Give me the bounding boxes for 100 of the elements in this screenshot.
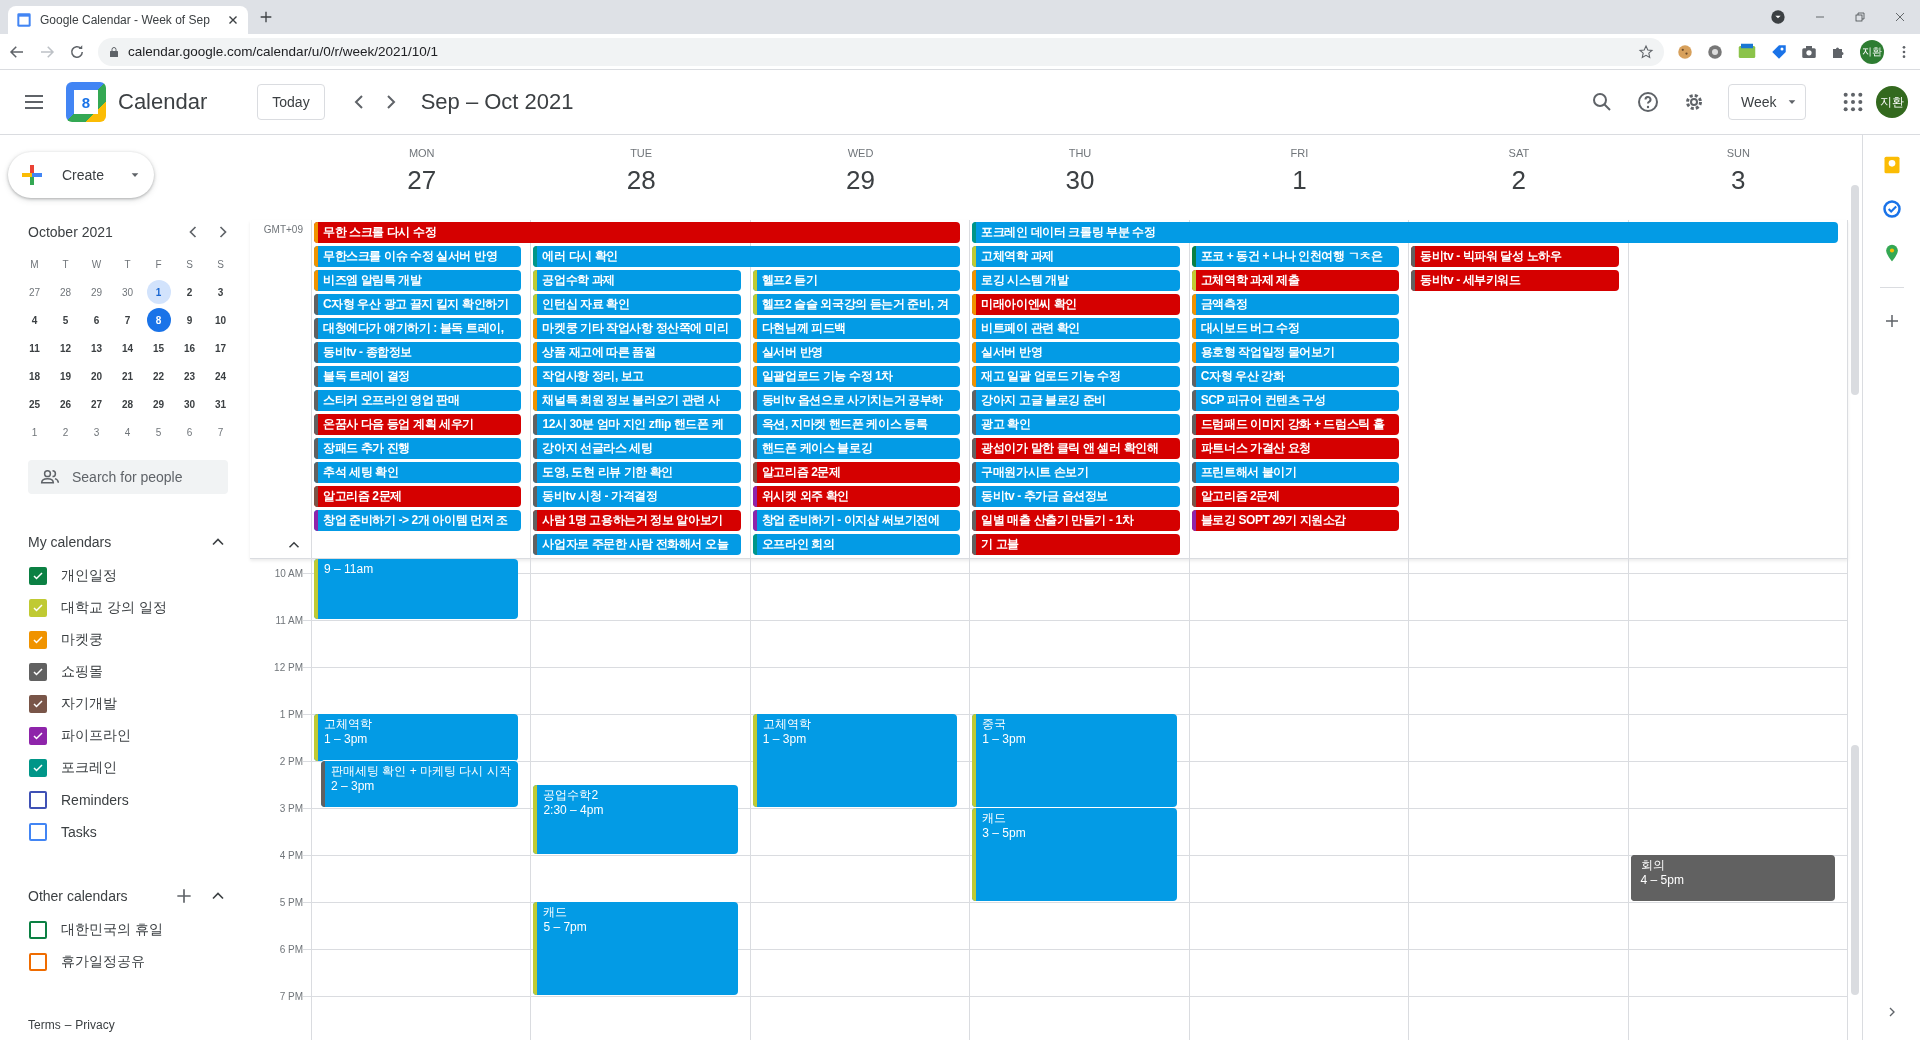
all-day-event[interactable]: 핸드폰 케이스 블로깅 xyxy=(752,438,961,459)
calendar-day[interactable]: 28 xyxy=(53,280,78,304)
all-day-event[interactable]: 미래아이엔씨 확인 xyxy=(972,294,1180,315)
calendar-checkbox[interactable] xyxy=(29,791,47,809)
calendar-day[interactable]: 22 xyxy=(146,364,171,388)
calendar-event[interactable]: 고체역학 1 – 3pm xyxy=(752,714,958,807)
calendar-day[interactable]: 5 xyxy=(146,420,171,444)
profile-avatar[interactable]: 지환 xyxy=(1860,39,1884,64)
calendar-day[interactable]: 5 xyxy=(53,308,78,332)
all-day-event[interactable]: 고체역학 과제 xyxy=(972,246,1180,267)
all-day-event[interactable]: 대시보드 버그 수정 xyxy=(1191,318,1400,339)
all-day-event[interactable]: 용호형 작업일정 물어보기 xyxy=(1191,342,1400,363)
calendar-day[interactable]: 12 xyxy=(53,336,78,360)
calendar-day[interactable]: 24 xyxy=(208,364,233,388)
calendar-day[interactable]: 31 xyxy=(208,392,233,416)
calendar-day[interactable]: 7 xyxy=(208,420,233,444)
calendar-day[interactable]: 6 xyxy=(177,420,202,444)
address-bar[interactable]: calendar.google.com/calendar/u/0/r/week/2021/10/1 xyxy=(98,37,1664,66)
all-day-event[interactable]: 동비tv - 추가금 옵션정보 xyxy=(972,486,1180,507)
all-day-event[interactable]: 파트너스 가결산 요청 xyxy=(1191,438,1400,459)
star-icon[interactable] xyxy=(1638,43,1654,60)
all-day-event[interactable]: 드럼패드 이미지 강화 + 드럼스틱 홀 xyxy=(1191,414,1400,435)
all-day-event[interactable]: 무한 스크롤 다시 수정 xyxy=(314,222,961,243)
calendar-event[interactable]: 고체역학 1 – 3pm xyxy=(314,714,519,761)
calendar-day[interactable]: 15 xyxy=(146,336,171,360)
all-day-event[interactable]: 추석 세팅 확인 xyxy=(314,462,522,483)
all-day-event[interactable]: 장패드 추가 진행 xyxy=(314,438,522,459)
day-number[interactable]: 1 xyxy=(1292,165,1307,196)
tasks-icon[interactable] xyxy=(1881,199,1902,219)
calendar-day[interactable]: 27 xyxy=(22,280,47,304)
calendar-day[interactable]: 28 xyxy=(115,392,140,416)
all-day-event[interactable]: 무한스크롤 이슈 수정 실서버 반영 xyxy=(314,246,522,267)
calendar-day[interactable]: 21 xyxy=(115,364,140,388)
calendar-checkbox[interactable] xyxy=(29,823,47,841)
calendar-day[interactable]: 7 xyxy=(115,308,140,332)
day-number[interactable]: 3 xyxy=(1731,165,1746,196)
all-day-event[interactable]: 대청에다가 얘기하기 : 불독 트레이, xyxy=(314,318,522,339)
all-day-event[interactable]: 작업사항 정리, 보고 xyxy=(533,366,741,387)
all-day-event[interactable]: 위시켓 외주 확인 xyxy=(752,486,961,507)
today-button[interactable]: Today xyxy=(257,84,325,120)
all-day-event[interactable]: 상품 재고에 따른 품절 xyxy=(533,342,741,363)
all-day-event[interactable]: 12시 30분 엄마 지인 zflip 핸드폰 케 xyxy=(533,414,741,435)
all-day-event[interactable]: 일괄업로드 기능 수정 1차 xyxy=(752,366,961,387)
all-day-event[interactable]: 헬프2 슬슬 외국강의 듣는거 준비, 겨 xyxy=(752,294,961,315)
calendar-day[interactable]: 8 xyxy=(146,308,171,332)
all-day-event[interactable]: 옥션, 지마켓 핸드폰 케이스 등록 xyxy=(752,414,961,435)
all-day-event[interactable]: 기 고블 xyxy=(972,534,1180,555)
all-day-event[interactable]: 사람 1명 고용하는거 정보 알아보기 xyxy=(533,510,741,531)
all-day-event[interactable]: 실서버 반영 xyxy=(972,342,1180,363)
profile-menu-icon[interactable] xyxy=(1770,9,1786,25)
calendar-checkbox[interactable] xyxy=(29,759,47,777)
cookie-icon[interactable] xyxy=(1676,42,1694,61)
calendar-day[interactable]: 2 xyxy=(177,280,202,304)
all-day-event[interactable]: 광섭이가 말한 클릭 앤 셀러 확인해 xyxy=(972,438,1180,459)
calendar-day[interactable]: 9 xyxy=(177,308,202,332)
all-day-event[interactable]: 동비tv - 종합정보 xyxy=(314,342,522,363)
all-day-event[interactable]: 비트페이 관련 확인 xyxy=(972,318,1180,339)
all-day-event[interactable]: 불독 트레이 결정 xyxy=(314,366,522,387)
calendar-checkbox[interactable] xyxy=(29,599,47,617)
all-day-event[interactable]: 금액측정 xyxy=(1191,294,1400,315)
calendar-day[interactable]: 20 xyxy=(84,364,109,388)
calendar-event[interactable]: 중국 1 – 3pm xyxy=(972,714,1177,807)
all-day-event[interactable]: C자형 우산 강화 xyxy=(1191,366,1400,387)
calendar-day[interactable]: 1 xyxy=(146,280,171,304)
day-number[interactable]: 28 xyxy=(626,165,656,196)
extension-icon[interactable] xyxy=(1736,42,1758,61)
all-day-event[interactable]: 인턴십 자료 확인 xyxy=(533,294,741,315)
all-day-event[interactable]: 동비tv 옵션으로 사기치는거 공부하 xyxy=(752,390,961,411)
add-icon[interactable] xyxy=(174,886,194,906)
calendar-checkbox[interactable] xyxy=(29,631,47,649)
terms-link[interactable]: Terms xyxy=(28,1018,61,1032)
help-icon[interactable] xyxy=(1636,90,1660,114)
calendar-day[interactable]: 3 xyxy=(84,420,109,444)
calendar-day[interactable]: 4 xyxy=(115,420,140,444)
calendar-day[interactable]: 2 xyxy=(53,420,78,444)
all-day-event[interactable]: 광고 확인 xyxy=(972,414,1180,435)
calendar-day[interactable]: 18 xyxy=(22,364,47,388)
all-day-event[interactable]: 에러 다시 확인 xyxy=(533,246,961,267)
calendar-event[interactable]: 판매세팅 확인 + 마케팅 다시 시작 2 – 3pm xyxy=(321,761,519,807)
all-day-event[interactable]: 스티커 오프라인 영업 판매 xyxy=(314,390,522,411)
all-day-event[interactable]: 동비tv 시청 - 가격결정 xyxy=(533,486,741,507)
calendar-day[interactable]: 3 xyxy=(208,280,233,304)
all-day-event[interactable]: 로깅 시스템 개발 xyxy=(972,270,1180,291)
calendar-day[interactable]: 13 xyxy=(84,336,109,360)
apps-icon[interactable] xyxy=(1842,91,1864,113)
all-day-event[interactable]: 알고리즘 2문제 xyxy=(752,462,961,483)
all-day-event[interactable]: C자형 우산 광고 끌지 킬지 확인하기 xyxy=(314,294,522,315)
calendar-day[interactable]: 26 xyxy=(53,392,78,416)
view-dropdown[interactable]: Week xyxy=(1728,84,1806,120)
all-day-event[interactable]: 블로깅 SOPT 29기 지원소감 xyxy=(1191,510,1400,531)
extension-icon[interactable] xyxy=(1706,42,1724,61)
all-day-event[interactable]: 공업수학 과제 xyxy=(533,270,741,291)
calendar-checkbox[interactable] xyxy=(29,953,47,971)
all-day-event[interactable]: 일별 매출 산출기 만들기 - 1차 xyxy=(972,510,1180,531)
all-day-event[interactable]: 마켓쿵 기타 작업사항 정산쪽에 미리 xyxy=(533,318,741,339)
calendar-day[interactable]: 1 xyxy=(22,420,47,444)
day-number[interactable]: 2 xyxy=(1511,165,1527,196)
all-day-event[interactable]: 동비tv - 빅파워 달성 노하우 xyxy=(1411,246,1619,267)
all-day-event[interactable]: 알고리즘 2문제 xyxy=(1191,486,1400,507)
calendar-event[interactable]: 캐드 3 – 5pm xyxy=(972,808,1177,901)
